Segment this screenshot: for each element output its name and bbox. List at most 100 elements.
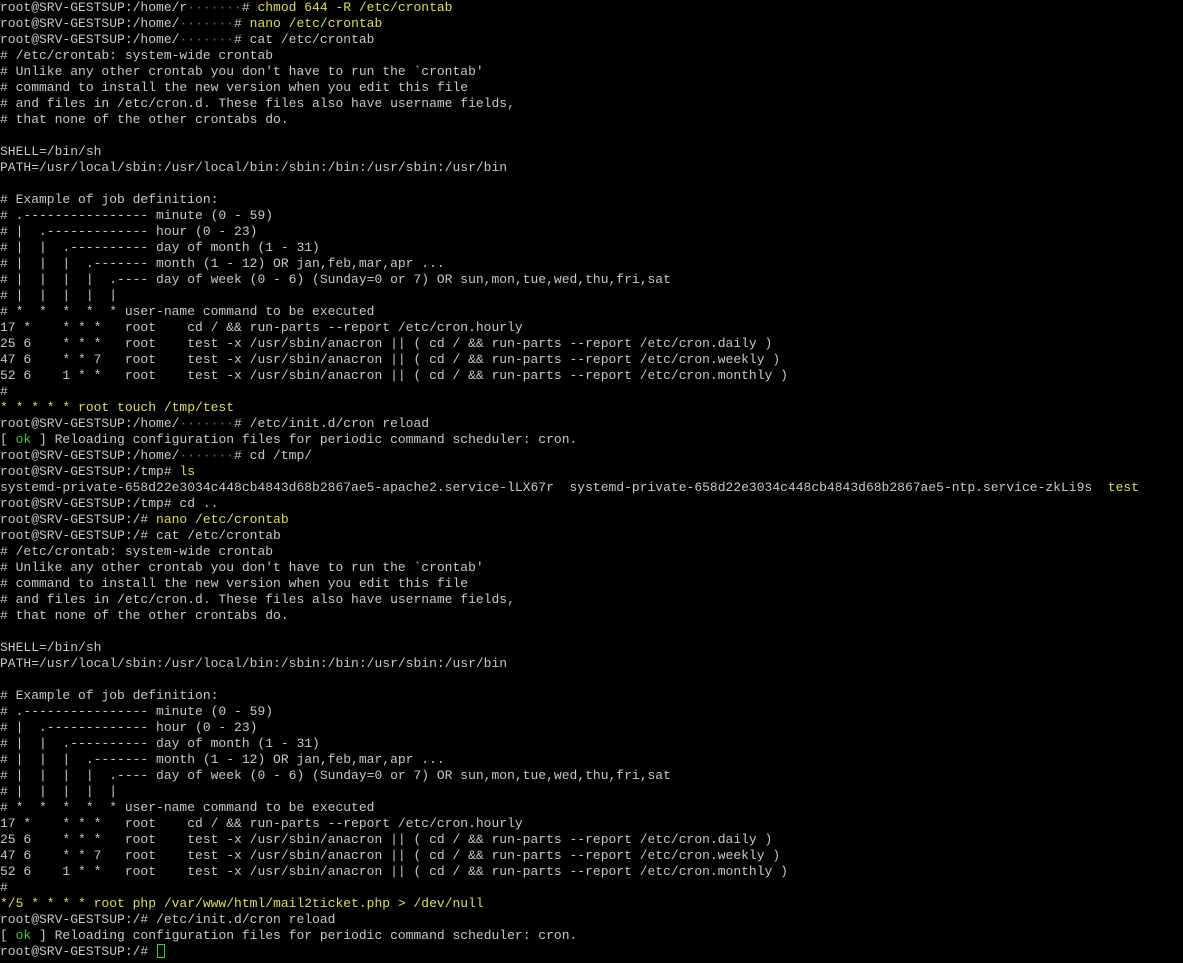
terminal-text: * * * * * root touch /tmp/test [0, 400, 235, 415]
terminal-text: root@SRV-GESTSUP:/home/ [0, 448, 180, 463]
terminal-text: # Unlike any other crontab you don't hav… [0, 560, 484, 575]
terminal-prompt-line[interactable]: root@SRV-GESTSUP:/# [0, 944, 1183, 960]
terminal-text: # | | | | .---- day of week (0 - 6) (Sun… [0, 768, 671, 783]
terminal-text: 25 6 * * * root test -x /usr/sbin/anacro… [0, 832, 773, 847]
terminal-text: # /etc/init.d/cron reload [234, 416, 430, 431]
terminal-text: # | .------------- hour (0 - 23) [0, 720, 258, 735]
terminal-window[interactable]: root@SRV-GESTSUP:/home/r·······# chmod 6… [0, 0, 1183, 963]
terminal-line: SHELL=/bin/sh [0, 144, 1183, 160]
terminal-line: # .---------------- minute (0 - 59) [0, 704, 1183, 720]
terminal-line: # command to install the new version whe… [0, 80, 1183, 96]
terminal-line: # * * * * * user-name command to be exec… [0, 304, 1183, 320]
terminal-text: root@SRV-GESTSUP:/home/r [0, 0, 188, 15]
terminal-text: # | | | .------- month (1 - 12) OR jan,f… [0, 256, 445, 271]
terminal-line: # and files in /etc/cron.d. These files … [0, 96, 1183, 112]
terminal-text: ls [179, 464, 196, 479]
terminal-text: ] Reloading configuration files for peri… [31, 928, 578, 943]
terminal-line: root@SRV-GESTSUP:/home/·······# /etc/ini… [0, 416, 1183, 432]
terminal-text: # Unlike any other crontab you don't hav… [0, 64, 484, 79]
terminal-line: root@SRV-GESTSUP:/tmp# cd .. [0, 496, 1183, 512]
terminal-line: # | | | | .---- day of week (0 - 6) (Sun… [0, 272, 1183, 288]
terminal-line: # /etc/crontab: system-wide crontab [0, 48, 1183, 64]
terminal-text: # | | | | | [0, 288, 118, 303]
terminal-text: # cat /etc/crontab [234, 32, 375, 47]
terminal-text: # .---------------- minute (0 - 59) [0, 208, 274, 223]
terminal-text: root@SRV-GESTSUP:/home/ [0, 416, 180, 431]
terminal-text: # that none of the other crontabs do. [0, 608, 289, 623]
terminal-text: # [0, 880, 8, 895]
terminal-line: # [0, 384, 1183, 400]
status-ok-label: ok [15, 432, 32, 447]
terminal-text: 47 6 * * 7 root test -x /usr/sbin/anacro… [0, 352, 781, 367]
terminal-line: root@SRV-GESTSUP:/home/·······# cd /tmp/ [0, 448, 1183, 464]
terminal-text: ······· [179, 448, 235, 463]
terminal-line: # | | | | | [0, 784, 1183, 800]
terminal-line: # | | | .------- month (1 - 12) OR jan,f… [0, 752, 1183, 768]
text-cursor[interactable] [157, 944, 166, 958]
terminal-line: # * * * * * user-name command to be exec… [0, 800, 1183, 816]
terminal-line: root@SRV-GESTSUP:/# /etc/init.d/cron rel… [0, 912, 1183, 928]
terminal-line: # [0, 880, 1183, 896]
terminal-text: root@SRV-GESTSUP:/tmp# [0, 464, 180, 479]
terminal-text: nano /etc/crontab [249, 16, 383, 31]
terminal-line: # | | .---------- day of month (1 - 31) [0, 736, 1183, 752]
terminal-text: root@SRV-GESTSUP:/home/ [0, 16, 180, 31]
terminal-line: */5 * * * * root php /var/www/html/mail2… [0, 896, 1183, 912]
terminal-text: # /etc/crontab: system-wide crontab [0, 48, 274, 63]
terminal-text: # | | | | .---- day of week (0 - 6) (Sun… [0, 272, 671, 287]
terminal-text: root@SRV-GESTSUP:/# /etc/init.d/cron rel… [0, 912, 336, 927]
terminal-line: 52 6 1 * * root test -x /usr/sbin/anacro… [0, 864, 1183, 880]
terminal-text: # [0, 384, 8, 399]
terminal-text: # [241, 0, 258, 15]
terminal-line: # Example of job definition: [0, 192, 1183, 208]
terminal-text: PATH=/usr/local/sbin:/usr/local/bin:/sbi… [0, 160, 508, 175]
terminal-text: root@SRV-GESTSUP:/home/ [0, 32, 180, 47]
terminal-text: # Example of job definition: [0, 688, 219, 703]
terminal-line: # | | | .------- month (1 - 12) OR jan,f… [0, 256, 1183, 272]
terminal-text: # and files in /etc/cron.d. These files … [0, 592, 515, 607]
terminal-line: [ ok ] Reloading configuration files for… [0, 928, 1183, 944]
terminal-text: # [234, 16, 250, 31]
terminal-line: root@SRV-GESTSUP:/home/·······# cat /etc… [0, 32, 1183, 48]
terminal-text: */5 * * * * root php /var/www/html/mail2… [0, 896, 484, 911]
terminal-text: # | | | .------- month (1 - 12) OR jan,f… [0, 752, 445, 767]
terminal-line: # | .------------- hour (0 - 23) [0, 720, 1183, 736]
terminal-text: # Example of job definition: [0, 192, 219, 207]
terminal-line: root@SRV-GESTSUP:/# cat /etc/crontab [0, 528, 1183, 544]
terminal-line: # | .------------- hour (0 - 23) [0, 224, 1183, 240]
terminal-text: # | | | | | [0, 784, 118, 799]
terminal-line: # /etc/crontab: system-wide crontab [0, 544, 1183, 560]
terminal-text: 47 6 * * 7 root test -x /usr/sbin/anacro… [0, 848, 781, 863]
terminal-line: 47 6 * * 7 root test -x /usr/sbin/anacro… [0, 848, 1183, 864]
terminal-line: 25 6 * * * root test -x /usr/sbin/anacro… [0, 336, 1183, 352]
terminal-text: # that none of the other crontabs do. [0, 112, 289, 127]
terminal-text: # | | .---------- day of month (1 - 31) [0, 240, 320, 255]
terminal-line: # command to install the new version whe… [0, 576, 1183, 592]
terminal-line: 17 * * * * root cd / && run-parts --repo… [0, 816, 1183, 832]
terminal-text: # /etc/crontab: system-wide crontab [0, 544, 274, 559]
terminal-text: # and files in /etc/cron.d. These files … [0, 96, 515, 111]
terminal-line: SHELL=/bin/sh [0, 640, 1183, 656]
terminal-text: ······· [179, 416, 235, 431]
terminal-text: 52 6 1 * * root test -x /usr/sbin/anacro… [0, 368, 788, 383]
terminal-line: root@SRV-GESTSUP:/# nano /etc/crontab [0, 512, 1183, 528]
shell-prompt: root@SRV-GESTSUP:/# [0, 944, 157, 959]
terminal-line: 47 6 * * 7 root test -x /usr/sbin/anacro… [0, 352, 1183, 368]
terminal-line: 25 6 * * * root test -x /usr/sbin/anacro… [0, 832, 1183, 848]
terminal-line: root@SRV-GESTSUP:/home/r·······# chmod 6… [0, 0, 1183, 16]
terminal-text: chmod 644 -R /etc/crontab [257, 0, 453, 15]
terminal-line: systemd-private-658d22e3034c448cb4843d68… [0, 480, 1183, 496]
terminal-text: [ [0, 928, 16, 943]
terminal-text: 17 * * * * root cd / && run-parts --repo… [0, 320, 523, 335]
terminal-text: root@SRV-GESTSUP:/# cat /etc/crontab [0, 528, 281, 543]
terminal-text: systemd-private-658d22e3034c448cb4843d68… [0, 480, 1108, 495]
terminal-line: * * * * * root touch /tmp/test [0, 400, 1183, 416]
terminal-text: PATH=/usr/local/sbin:/usr/local/bin:/sbi… [0, 656, 508, 671]
terminal-text: # command to install the new version whe… [0, 576, 469, 591]
terminal-text: # cd /tmp/ [234, 448, 313, 463]
terminal-text: ······· [187, 0, 242, 15]
terminal-text: 52 6 1 * * root test -x /usr/sbin/anacro… [0, 864, 788, 879]
